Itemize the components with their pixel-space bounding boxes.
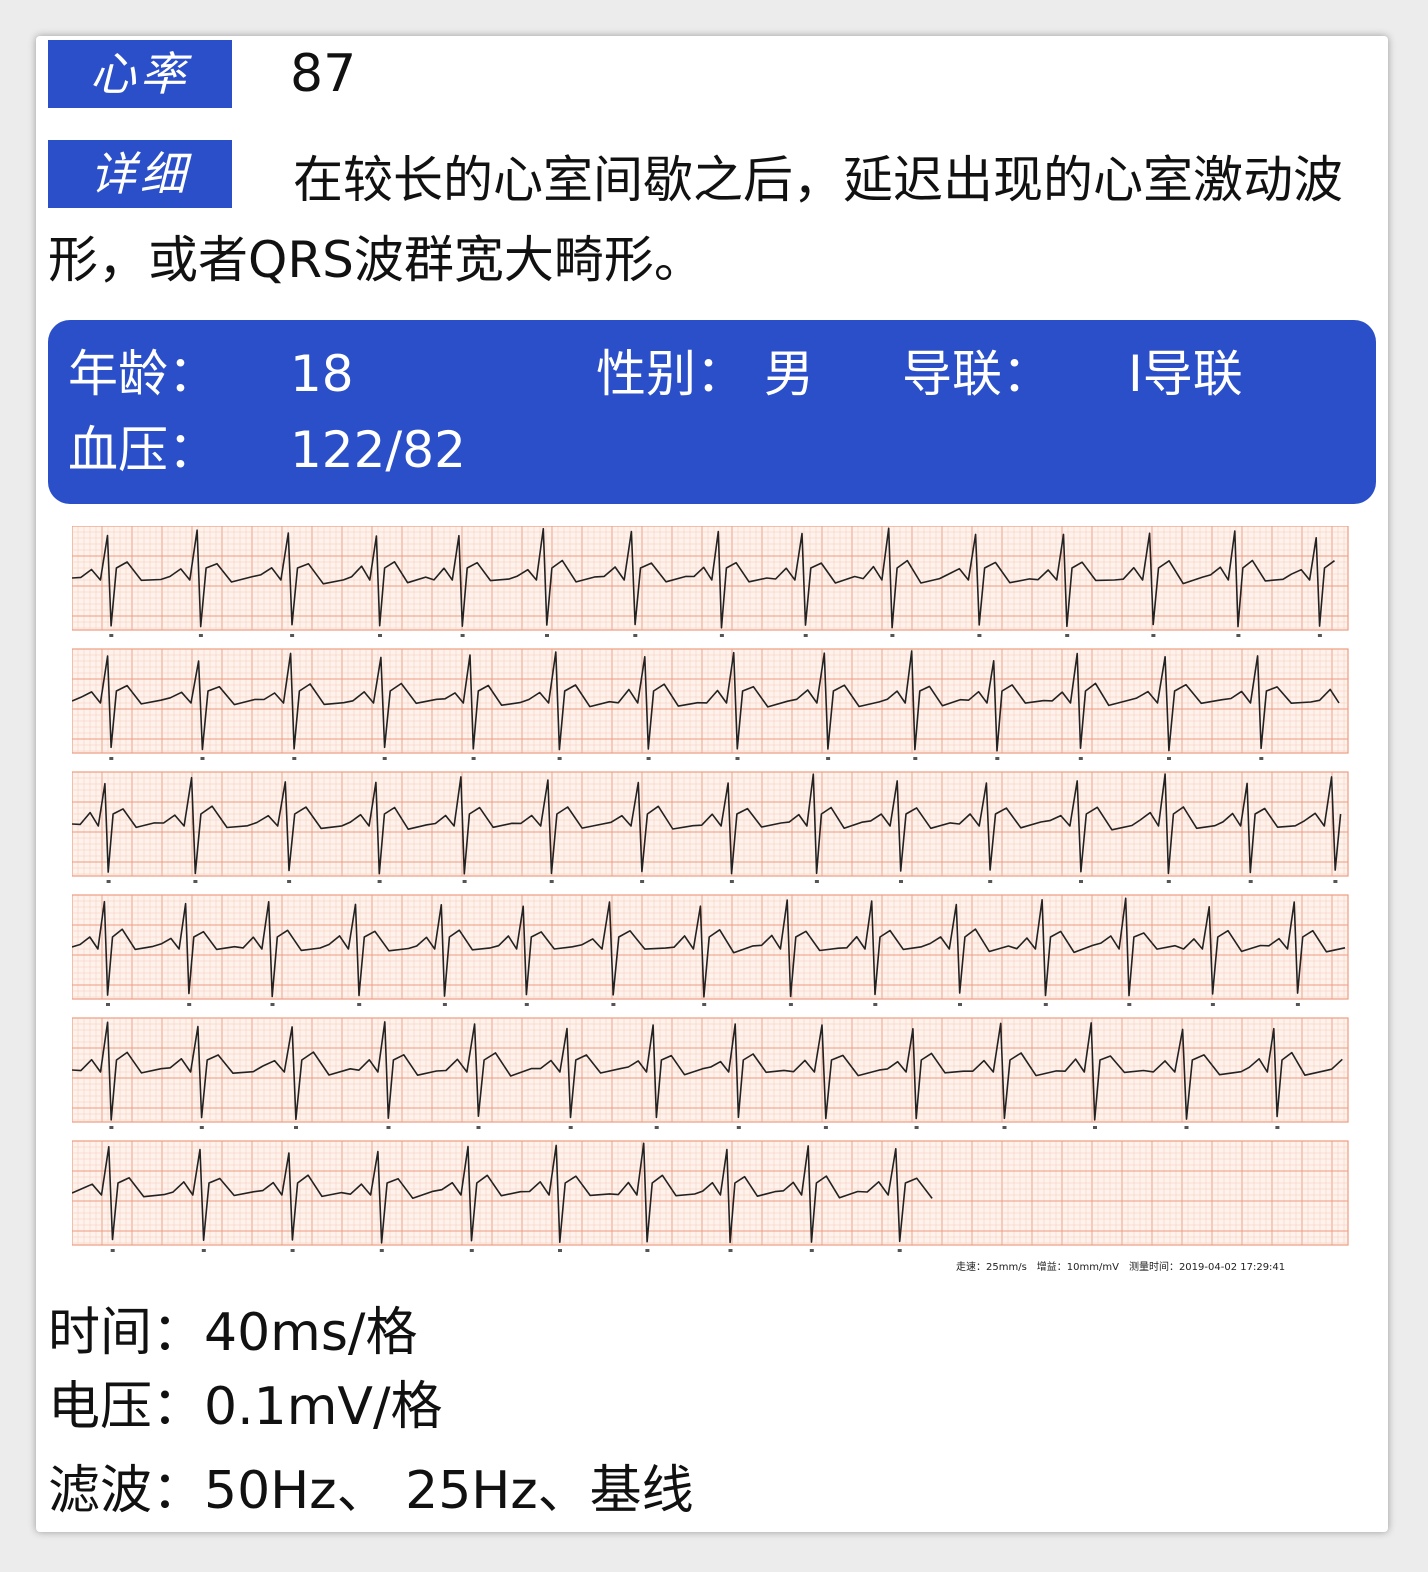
heart-rate-value: 87 xyxy=(290,44,357,104)
age-label: 年龄： xyxy=(68,345,218,403)
time-scale-row: 时间：40ms/格 xyxy=(48,1298,417,1368)
ecg-strip-row xyxy=(72,648,1349,760)
time-scale-label: 时间： xyxy=(48,1303,205,1363)
ecg-strip-image xyxy=(72,526,1352,1276)
bp-label: 血压： xyxy=(68,421,218,479)
lead-label: 导联： xyxy=(902,345,1052,403)
voltage-scale-row: 电压：0.1mV/格 xyxy=(48,1372,442,1442)
ecg-report-card: 心率 87 详细 在较长的心室间歇之后，延迟出现的心室激动波形，或者QRS波群宽… xyxy=(36,36,1388,1532)
ecg-strip-row xyxy=(72,894,1349,1006)
ecg-strip-footer: 走速：25mm/s 增益：10mm/mV 测量时间：2019-04-02 17:… xyxy=(956,1262,1286,1273)
filter-row: 滤波：50Hz、 25Hz、基线 xyxy=(48,1456,694,1526)
sex-label: 性别： xyxy=(596,345,746,403)
sex-value: 男 xyxy=(764,345,814,403)
detail-text: 在较长的心室间歇之后，延迟出现的心室激动波形，或者QRS波群宽大畸形。 xyxy=(48,151,1343,289)
heart-rate-label: 心率 xyxy=(48,40,232,108)
age-value: 18 xyxy=(290,345,354,403)
lead-value: I导联 xyxy=(1128,345,1243,403)
ecg-strip-row xyxy=(72,771,1349,883)
time-scale-value: 40ms/格 xyxy=(204,1303,418,1363)
patient-info-panel: 年龄： 18 性别： 男 导联： I导联 血压： 122/82 xyxy=(48,320,1376,504)
filter-label: 滤波： xyxy=(48,1461,205,1521)
voltage-scale-label: 电压： xyxy=(48,1377,205,1437)
voltage-scale-value: 0.1mV/格 xyxy=(204,1377,443,1437)
bp-value: 122/82 xyxy=(290,421,466,479)
ecg-strip-row xyxy=(72,1140,1349,1252)
filter-value: 50Hz、 25Hz、基线 xyxy=(204,1461,694,1521)
ecg-strip-row xyxy=(72,526,1349,637)
ecg-strip-svg xyxy=(72,526,1349,1252)
ecg-strip-row xyxy=(72,1017,1349,1129)
